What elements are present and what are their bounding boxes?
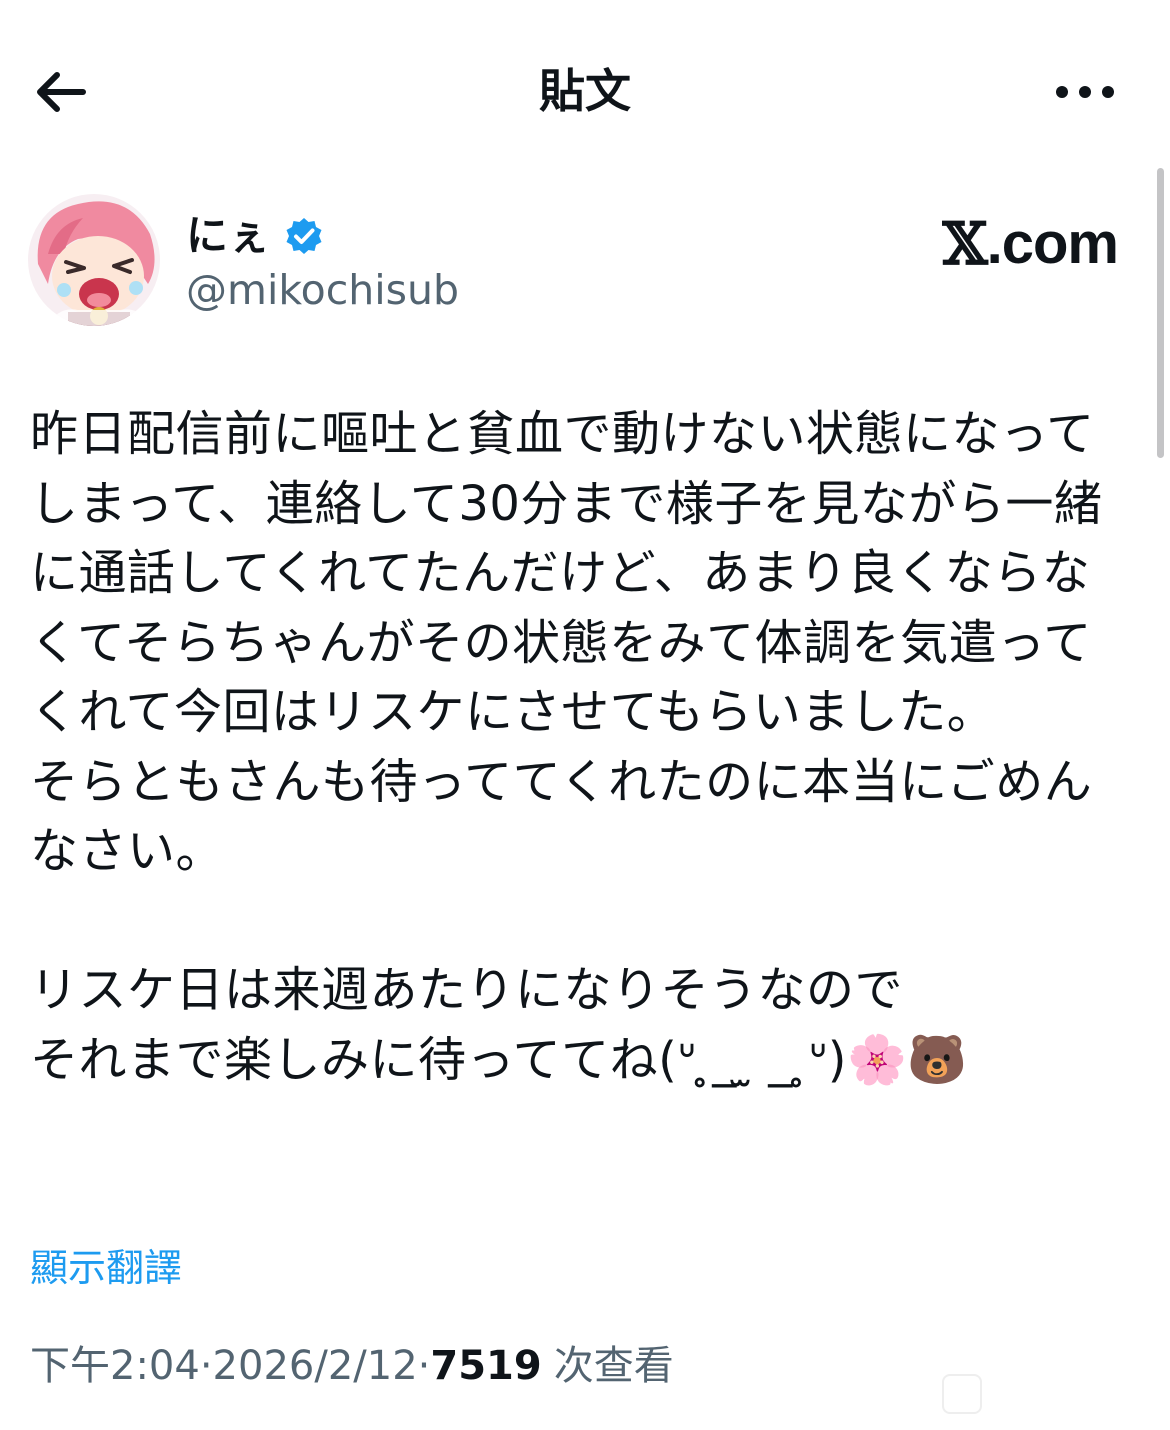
avatar[interactable] bbox=[28, 194, 160, 326]
top-bar: 貼文 bbox=[0, 0, 1170, 180]
meta-separator: · bbox=[199, 1343, 213, 1389]
x-logo-icon: 𝕏 bbox=[942, 210, 988, 278]
meta-separator-2: · bbox=[417, 1343, 431, 1389]
more-options-button[interactable] bbox=[1050, 70, 1120, 114]
tweet-text: 昨日配信前に嘔吐と貧血で動けない状態になってしまって、連絡して30分まで様子を見… bbox=[30, 406, 1103, 1088]
view-count: 7519 bbox=[430, 1343, 542, 1389]
verified-badge-icon bbox=[286, 218, 322, 254]
page-title: 貼文 bbox=[539, 64, 631, 118]
tweet-date[interactable]: 2026/2/12 bbox=[213, 1338, 418, 1394]
tweet-meta: 下午2:04 · 2026/2/12 · 7519 次查看 bbox=[30, 1338, 674, 1394]
more-horizontal-icon bbox=[1056, 86, 1114, 98]
show-translation-link[interactable]: 顯示翻譯 bbox=[30, 1240, 182, 1296]
author-handle[interactable]: @mikochisub bbox=[186, 262, 459, 318]
post-page: 貼文 にぇ @mikochisub 𝕏 .com 昨日配信前に嘔吐と貧血で動けな… bbox=[0, 0, 1170, 1430]
x-com-watermark: 𝕏 .com bbox=[942, 208, 1119, 280]
x-com-label: .com bbox=[986, 211, 1119, 276]
corner-watermark-icon bbox=[942, 1374, 982, 1414]
scrollbar[interactable] bbox=[1157, 168, 1164, 458]
avatar-image bbox=[28, 194, 160, 326]
tweet-time[interactable]: 下午2:04 bbox=[30, 1338, 200, 1394]
view-count-label: 次查看 bbox=[553, 1343, 674, 1389]
author-name: にぇ bbox=[186, 211, 271, 260]
author-name-row[interactable]: にぇ bbox=[186, 206, 324, 266]
